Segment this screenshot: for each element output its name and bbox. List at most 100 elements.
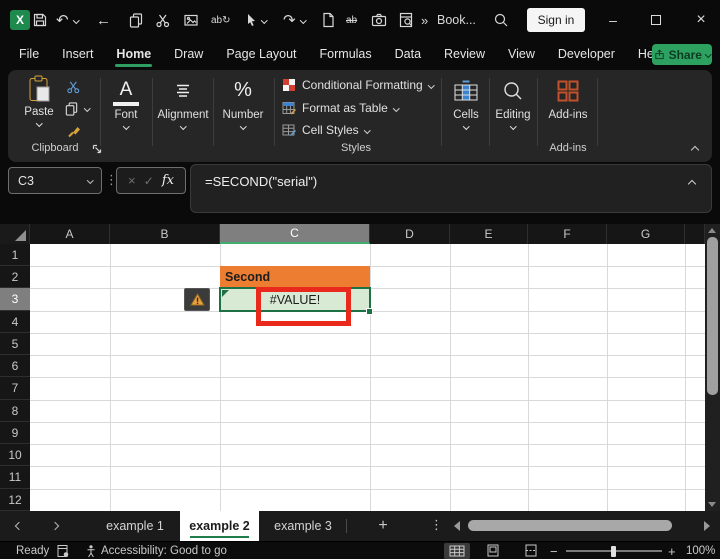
format-painter-button[interactable]	[66, 123, 82, 139]
touch-mode-dropdown-icon[interactable]	[261, 11, 268, 29]
cut-button[interactable]	[66, 79, 81, 94]
column-header-a[interactable]: A	[30, 224, 110, 244]
column-header-b[interactable]: B	[110, 224, 220, 244]
sheet-tab-example1[interactable]: example 1	[92, 511, 178, 541]
tab-formulas[interactable]: Formulas	[319, 45, 373, 63]
formula-bar[interactable]: =SECOND("serial")	[190, 164, 712, 213]
tab-home[interactable]: Home	[115, 45, 152, 67]
strikethrough-icon[interactable]: ab	[346, 11, 357, 29]
formula-bar-collapse-icon[interactable]	[687, 179, 697, 189]
touch-mode-icon[interactable]	[243, 11, 259, 29]
scroll-right-icon[interactable]	[704, 521, 710, 531]
undo-dropdown-icon[interactable]	[73, 11, 80, 29]
zoom-out-button[interactable]: −	[550, 544, 558, 559]
ribbon-collapse-icon[interactable]	[690, 142, 700, 156]
tab-developer[interactable]: Developer	[557, 45, 616, 63]
save-icon[interactable]	[32, 11, 48, 29]
tab-file[interactable]: File	[18, 45, 40, 63]
tab-review[interactable]: Review	[443, 45, 486, 63]
row-header-3[interactable]: 3	[0, 288, 30, 311]
row-header-5[interactable]: 5	[0, 333, 30, 355]
sheet-next-icon[interactable]	[50, 521, 60, 531]
scroll-down-icon[interactable]	[708, 502, 716, 507]
column-header-partial[interactable]	[685, 224, 705, 244]
number-button[interactable]: % Number	[220, 75, 266, 130]
column-header-e[interactable]: E	[450, 224, 528, 244]
select-all-corner[interactable]	[0, 224, 30, 244]
font-button[interactable]: A Font	[103, 75, 149, 130]
search-icon[interactable]	[493, 11, 509, 29]
insert-function-icon[interactable]: fx	[162, 173, 174, 188]
zoom-level[interactable]: 100%	[686, 545, 715, 557]
new-file-icon[interactable]	[320, 11, 336, 29]
sheet-prev-icon[interactable]	[14, 521, 24, 531]
formula-text[interactable]: =SECOND("serial")	[205, 174, 317, 189]
row-header-6[interactable]: 6	[0, 355, 30, 377]
minimize-button[interactable]: –	[598, 8, 628, 32]
paste-button[interactable]: Paste	[16, 75, 62, 127]
all-sheets-menu-icon[interactable]: ⋮	[430, 517, 443, 533]
copy-icon[interactable]	[128, 11, 144, 29]
horizontal-scrollbar[interactable]	[450, 515, 716, 537]
fill-handle[interactable]	[366, 308, 373, 315]
sheet-lookup-icon[interactable]	[398, 11, 414, 29]
addins-button[interactable]: Add-ins	[544, 75, 592, 121]
sign-in-button[interactable]: Sign in	[527, 8, 585, 32]
format-as-table-button[interactable]: Format as Table	[282, 101, 400, 115]
accessibility-status[interactable]: Accessibility: Good to go	[101, 545, 227, 557]
cells-button[interactable]: Cells	[444, 75, 488, 130]
row-header-2[interactable]: 2	[0, 266, 30, 288]
sheet-tab-example2[interactable]: example 2	[180, 511, 259, 541]
cell-c2[interactable]: Second	[220, 266, 370, 288]
column-header-g[interactable]: G	[607, 224, 685, 244]
conditional-formatting-button[interactable]: Conditional Formatting	[282, 78, 435, 92]
alignment-button[interactable]: Alignment	[157, 75, 209, 130]
qat-overflow-icon[interactable]: »	[421, 11, 428, 29]
editing-button[interactable]: Editing	[491, 75, 535, 130]
tab-draw[interactable]: Draw	[173, 45, 204, 63]
picture-icon[interactable]	[183, 11, 199, 29]
name-box[interactable]: C3	[8, 167, 102, 194]
copy-button[interactable]	[64, 101, 91, 116]
cancel-icon[interactable]: ×	[128, 173, 136, 188]
redo-icon[interactable]: ↷	[283, 11, 296, 29]
row-header-1[interactable]: 1	[0, 244, 30, 266]
scroll-up-icon[interactable]	[708, 228, 716, 233]
tab-insert[interactable]: Insert	[61, 45, 94, 63]
row-header-9[interactable]: 9	[0, 422, 30, 444]
close-button[interactable]: ×	[686, 8, 716, 32]
row-header-12[interactable]: 12	[0, 489, 30, 511]
horizontal-scrollbar-thumb[interactable]	[468, 520, 672, 531]
row-header-11[interactable]: 11	[0, 466, 30, 489]
find-replace-icon[interactable]: ab↻	[211, 11, 231, 29]
column-header-d[interactable]: D	[370, 224, 450, 244]
macro-record-icon[interactable]	[56, 544, 70, 558]
enter-icon[interactable]: ✓	[144, 174, 154, 188]
sheet-tab-example3[interactable]: example 3	[261, 511, 345, 541]
cut-icon[interactable]	[155, 11, 171, 29]
page-break-view-button[interactable]	[524, 544, 538, 557]
page-layout-view-button[interactable]	[486, 544, 500, 557]
row-header-7[interactable]: 7	[0, 377, 30, 400]
accessibility-icon[interactable]	[84, 544, 98, 558]
maximize-button[interactable]	[641, 8, 671, 32]
row-header-10[interactable]: 10	[0, 444, 30, 466]
camera-icon[interactable]	[371, 11, 387, 29]
tab-data[interactable]: Data	[394, 45, 422, 63]
vertical-scrollbar-thumb[interactable]	[707, 237, 718, 395]
back-icon[interactable]: ←	[96, 11, 111, 29]
share-button[interactable]: Share	[652, 44, 712, 65]
error-warning-button[interactable]	[184, 288, 210, 311]
vertical-scrollbar[interactable]	[705, 224, 720, 511]
redo-dropdown-icon[interactable]	[300, 11, 307, 29]
tab-page-layout[interactable]: Page Layout	[225, 45, 297, 63]
tab-view[interactable]: View	[507, 45, 536, 63]
zoom-slider-thumb[interactable]	[611, 546, 616, 557]
column-header-f[interactable]: F	[528, 224, 607, 244]
row-header-8[interactable]: 8	[0, 400, 30, 422]
zoom-in-button[interactable]: +	[668, 544, 676, 559]
undo-icon[interactable]: ↶	[56, 11, 69, 29]
column-header-c[interactable]: C	[220, 224, 370, 244]
row-header-4[interactable]: 4	[0, 311, 30, 333]
scroll-left-icon[interactable]	[454, 521, 460, 531]
